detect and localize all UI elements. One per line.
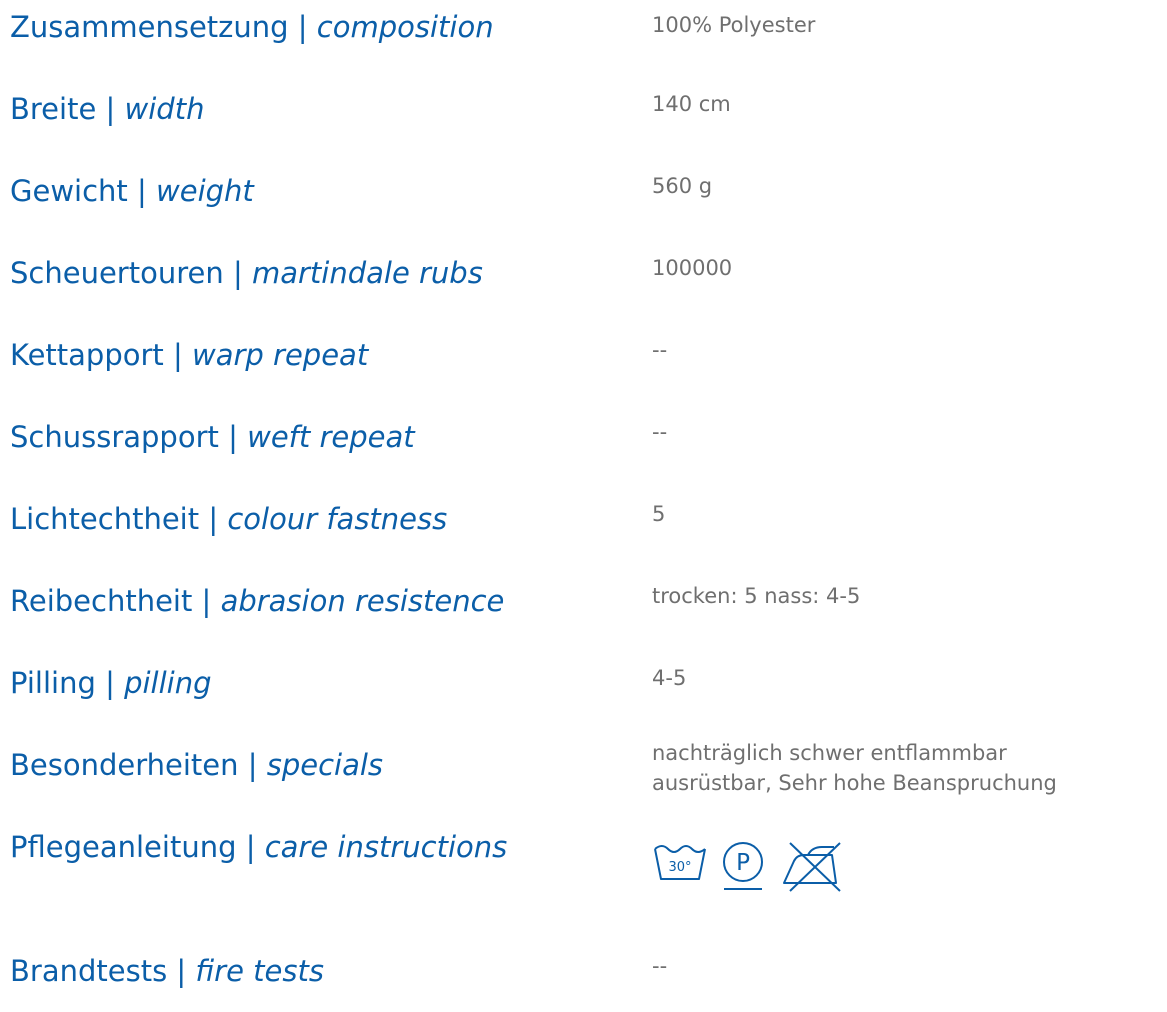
spec-value: 5 — [652, 502, 666, 526]
spec-value: -- — [652, 338, 668, 362]
spec-label: Pflegeanleitung | care instructions — [10, 830, 508, 864]
spec-value-line: ausrüstbar, Sehr hohe Beanspruchung — [652, 771, 1057, 795]
spec-table: Zusammensetzung | composition 100% Polye… — [0, 0, 1167, 1012]
wash-30-icon: 30° — [654, 845, 706, 880]
spec-label: Zusammensetzung | composition — [10, 10, 494, 44]
spec-value: 100000 — [652, 256, 733, 280]
spec-value: 560 g — [652, 174, 713, 198]
spec-value: 4-5 — [652, 666, 687, 690]
wash-temperature-label: 30° — [668, 860, 691, 875]
spec-value: trocken: 5 nass: 4-5 — [652, 584, 861, 608]
spec-label: Kettapport | warp repeat — [10, 338, 369, 372]
dry-clean-label: P — [736, 850, 750, 876]
spec-value: -- — [652, 954, 668, 978]
spec-label: Reibechtheit | abrasion resistence — [10, 584, 505, 618]
spec-value: nachträglich schwer entflammbar ausrüstb… — [652, 738, 1162, 798]
dry-clean-p-icon: P — [723, 842, 763, 890]
do-not-iron-icon — [783, 842, 841, 892]
spec-value: 140 cm — [652, 92, 731, 116]
spec-label: Pilling | pilling — [10, 666, 212, 700]
spec-label: Breite | width — [10, 92, 205, 126]
spec-label: Schussrapport | weft repeat — [10, 420, 415, 454]
spec-value-line: nachträglich schwer entflammbar — [652, 741, 1007, 765]
spec-label: Besonderheiten | specials — [10, 748, 384, 782]
spec-label: Scheuertouren | martindale rubs — [10, 256, 483, 290]
spec-label: Lichtechtheit | colour fastness — [10, 502, 448, 536]
spec-value: -- — [652, 420, 668, 444]
spec-value: 100% Polyester — [652, 13, 816, 37]
spec-label: Gewicht | weight — [10, 174, 254, 208]
spec-label: Brandtests | fire tests — [10, 954, 324, 988]
